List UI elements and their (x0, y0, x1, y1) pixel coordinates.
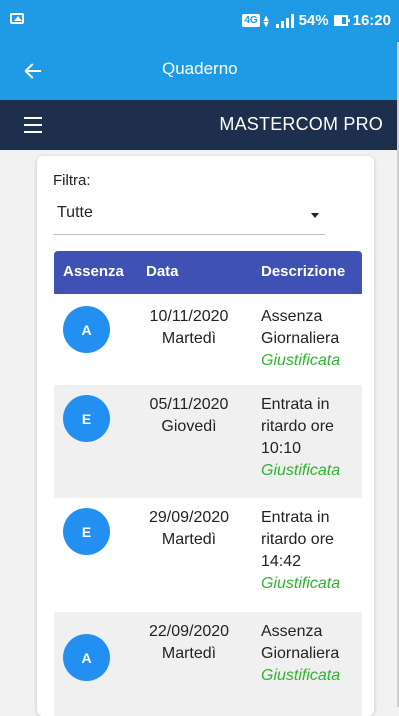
gallery-icon (10, 13, 24, 24)
desc-line: Giornaliera (261, 645, 340, 662)
header-assenza: Assenza (63, 263, 124, 280)
row-description: Entrata in ritardo ore 14:42 Giustificat… (261, 507, 361, 595)
date-value: 29/09/2020 (148, 509, 230, 526)
day-value: Martedì (161, 645, 217, 662)
row-date: 29/09/2020 Martedì (134, 507, 244, 551)
desc-line: ritardo ore (261, 531, 334, 548)
absences-card: Filtra: Tutte Assenza Data Descrizione A… (37, 156, 374, 716)
page-title: Quaderno (162, 59, 238, 78)
row-date: 05/11/2020 Giovedì (134, 394, 244, 438)
table-row[interactable]: E 29/09/2020 Martedì Entrata in ritardo … (54, 498, 362, 612)
row-description: Entrata in ritardo ore 10:10 Giustificat… (261, 394, 361, 482)
signal-icon (275, 13, 294, 28)
battery-icon (333, 15, 350, 26)
absence-type-badge[interactable]: E (63, 508, 110, 555)
status-justified: Giustificata (261, 667, 341, 684)
table-row[interactable]: A 10/11/2020 Martedì Assenza Giornaliera… (54, 294, 362, 385)
filter-value: Tutte (57, 204, 93, 221)
date-value: 05/11/2020 (149, 396, 229, 413)
status-bar: 4G ▲ ▼ 54% 16:20 (0, 0, 399, 42)
filter-label: Filtra: (53, 172, 91, 189)
hamburger-icon[interactable] (24, 117, 42, 133)
day-value: Giovedì (161, 418, 217, 435)
absences-table: Assenza Data Descrizione A 10/11/2020 Ma… (54, 251, 362, 716)
desc-line: Giornaliera (261, 330, 340, 347)
absence-type-badge[interactable]: A (63, 634, 110, 681)
header-data: Data (146, 263, 179, 280)
status-justified: Giustificata (261, 575, 341, 592)
desc-line: 14:42 (261, 553, 302, 570)
row-date: 10/11/2020 Martedì (134, 306, 244, 350)
absence-type-badge[interactable]: E (63, 395, 110, 442)
row-description: Assenza Giornaliera Giustificata (261, 306, 361, 372)
table-header: Assenza Data Descrizione (54, 251, 362, 294)
desc-line: Assenza (261, 623, 323, 640)
status-justified: Giustificata (261, 462, 341, 479)
absence-type-badge[interactable]: A (63, 306, 110, 353)
arrow-left-icon[interactable] (22, 60, 44, 82)
row-description: Assenza Giornaliera Giustificata (261, 621, 361, 687)
day-value: Martedì (161, 531, 217, 548)
desc-line: Assenza (261, 308, 323, 325)
nav-bar: MASTERCOM PRO (0, 100, 399, 150)
date-value: 10/11/2020 (149, 308, 229, 325)
data-transfer-icon: ▲ ▼ (261, 12, 271, 29)
app-bar: Quaderno (0, 42, 399, 100)
table-row[interactable]: E 05/11/2020 Giovedì Entrata in ritardo … (54, 385, 362, 498)
battery-percent: 54% (298, 12, 329, 29)
desc-line: 10:10 (261, 440, 302, 457)
desc-line: ritardo ore (261, 418, 334, 435)
date-value: 22/09/2020 (148, 623, 230, 640)
day-value: Martedì (161, 330, 217, 347)
filter-dropdown[interactable]: Tutte (53, 200, 325, 235)
status-indicators: 4G ▲ ▼ 54% 16:20 (242, 12, 391, 29)
brand-title: MASTERCOM PRO (219, 114, 383, 134)
caret-down-icon (311, 213, 319, 218)
network-badge: 4G (242, 14, 260, 27)
status-justified: Giustificata (261, 352, 341, 369)
desc-line: Entrata in (261, 509, 330, 526)
table-row[interactable]: A 22/09/2020 Martedì Assenza Giornaliera… (54, 612, 362, 716)
row-date: 22/09/2020 Martedì (134, 621, 244, 665)
clock: 16:20 (352, 12, 391, 29)
header-descrizione: Descrizione (261, 263, 346, 280)
desc-line: Entrata in (261, 396, 330, 413)
